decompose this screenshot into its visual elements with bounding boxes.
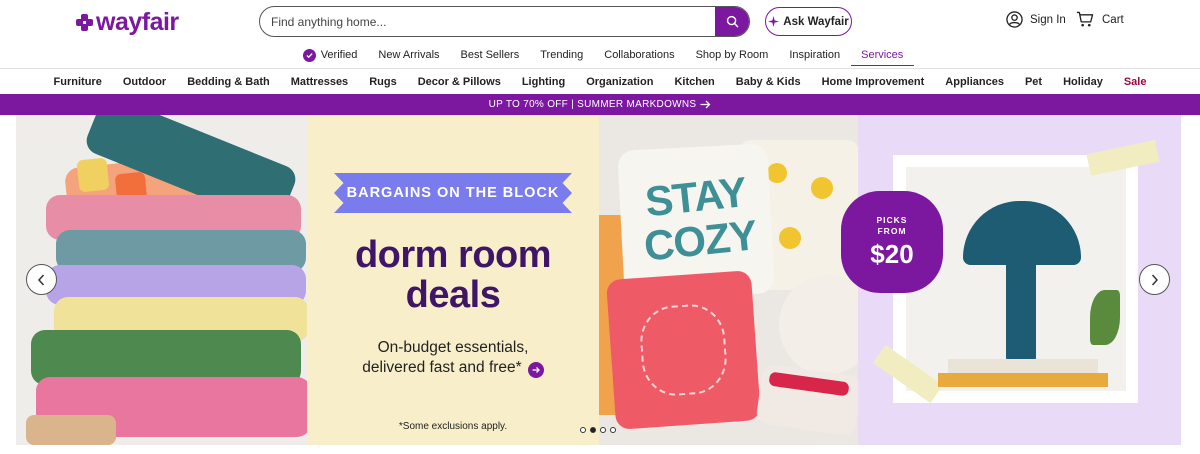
subnav-collaborations[interactable]: Collaborations	[594, 44, 685, 66]
carousel-dot[interactable]	[610, 427, 616, 433]
arrow-right-icon	[700, 100, 711, 109]
subnav-trending[interactable]: Trending	[530, 44, 594, 66]
category-nav: Furniture Outdoor Bedding & Bath Mattres…	[0, 70, 1200, 94]
category-appliances[interactable]: Appliances	[935, 70, 1015, 94]
ask-wayfair-label: Ask Wayfair	[783, 15, 849, 28]
picks-line-1: PICKS	[876, 215, 908, 225]
category-furniture[interactable]: Furniture	[43, 70, 112, 94]
category-decor-pillows[interactable]: Decor & Pillows	[407, 70, 511, 94]
cart-label: Cart	[1102, 13, 1124, 26]
logo-mark-icon	[76, 13, 93, 31]
verified-badge-icon	[302, 48, 316, 62]
pillows-image: STAY COZY	[599, 115, 858, 445]
subnav-verified[interactable]: Verified	[292, 44, 368, 66]
category-holiday[interactable]: Holiday	[1053, 70, 1114, 94]
category-pet[interactable]: Pet	[1014, 70, 1052, 94]
cart-link[interactable]: Cart	[1076, 11, 1124, 28]
category-kitchen[interactable]: Kitchen	[664, 70, 725, 94]
category-organization[interactable]: Organization	[576, 70, 664, 94]
headline-line-1: dorm room	[354, 234, 552, 276]
ask-wayfair-button[interactable]: Ask Wayfair	[765, 7, 852, 36]
category-home-improvement[interactable]: Home Improvement	[811, 70, 935, 94]
picks-label: PICKS FROM	[841, 215, 943, 237]
hero-carousel[interactable]: BARGAINS ON THE BLOCK dorm room deals On…	[16, 115, 1181, 445]
promo-text: UP TO 70% OFF | SUMMER MARKDOWNS	[488, 99, 697, 110]
top-header: wayfair Ask Wayfair Sign In Cart	[0, 0, 1200, 44]
picks-line-2: FROM	[877, 226, 907, 236]
picks-price: $20	[870, 239, 914, 269]
user-icon	[1006, 11, 1023, 28]
pillow-text: STAY COZY	[629, 168, 767, 270]
picks-from-badge: PICKS FROM $20	[841, 191, 943, 293]
subnav-best-sellers[interactable]: Best Sellers	[450, 44, 530, 66]
subnav-inspiration[interactable]: Inspiration	[779, 44, 851, 66]
sign-in-link[interactable]: Sign In	[1006, 11, 1066, 28]
cart-icon	[1076, 11, 1094, 27]
carousel-dot[interactable]	[580, 427, 586, 433]
carousel-prev-button[interactable]	[26, 264, 57, 295]
fine-print: *Some exclusions apply.	[398, 421, 508, 432]
subnav-services[interactable]: Services	[850, 44, 914, 66]
shop-arrow-button[interactable]	[527, 362, 544, 378]
search-bar	[259, 6, 750, 37]
carousel-dot-active[interactable]	[590, 427, 596, 433]
category-bedding-bath[interactable]: Bedding & Bath	[177, 70, 281, 94]
search-icon	[726, 15, 738, 28]
arrow-right-icon	[532, 367, 540, 373]
category-mattresses[interactable]: Mattresses	[280, 70, 358, 94]
promo-bar[interactable]: UP TO 70% OFF | SUMMER MARKDOWNS	[0, 94, 1200, 115]
dorm-deals-panel: BARGAINS ON THE BLOCK dorm room deals On…	[307, 115, 599, 445]
subnav-shop-by-room[interactable]: Shop by Room	[685, 44, 779, 66]
carousel-dots	[580, 427, 616, 433]
category-sale[interactable]: Sale	[1113, 70, 1157, 94]
chevron-right-icon	[1151, 273, 1159, 286]
category-rugs[interactable]: Rugs	[359, 70, 408, 94]
subline-line-1: On-budget essentials,	[377, 339, 529, 356]
hero-headline: dorm room deals	[307, 235, 599, 315]
nav-divider	[0, 68, 1200, 69]
carousel-next-button[interactable]	[1139, 264, 1170, 295]
hero-subline: On-budget essentials, delivered fast and…	[307, 338, 599, 378]
sign-in-label: Sign In	[1030, 13, 1066, 26]
category-baby-kids[interactable]: Baby & Kids	[725, 70, 811, 94]
sparkle-icon	[768, 16, 780, 27]
bargains-tag: BARGAINS ON THE BLOCK	[334, 173, 572, 213]
headline-line-2: deals	[405, 274, 501, 316]
secondary-nav: Verified New Arrivals Best Sellers Trend…	[0, 44, 1200, 68]
search-input[interactable]	[260, 7, 715, 36]
carousel-dot[interactable]	[600, 427, 606, 433]
category-outdoor[interactable]: Outdoor	[112, 70, 176, 94]
subline-line-2: delivered fast and free*	[362, 359, 522, 376]
subnav-label: Verified	[320, 49, 358, 61]
subnav-new-arrivals[interactable]: New Arrivals	[368, 44, 450, 66]
towels-image	[16, 115, 307, 445]
chevron-left-icon	[37, 273, 45, 286]
wayfair-logo[interactable]: wayfair	[76, 8, 179, 36]
search-button[interactable]	[715, 7, 749, 36]
subline-row-2: delivered fast and free*	[307, 358, 599, 378]
logo-text: wayfair	[96, 8, 179, 36]
category-lighting[interactable]: Lighting	[511, 70, 575, 94]
